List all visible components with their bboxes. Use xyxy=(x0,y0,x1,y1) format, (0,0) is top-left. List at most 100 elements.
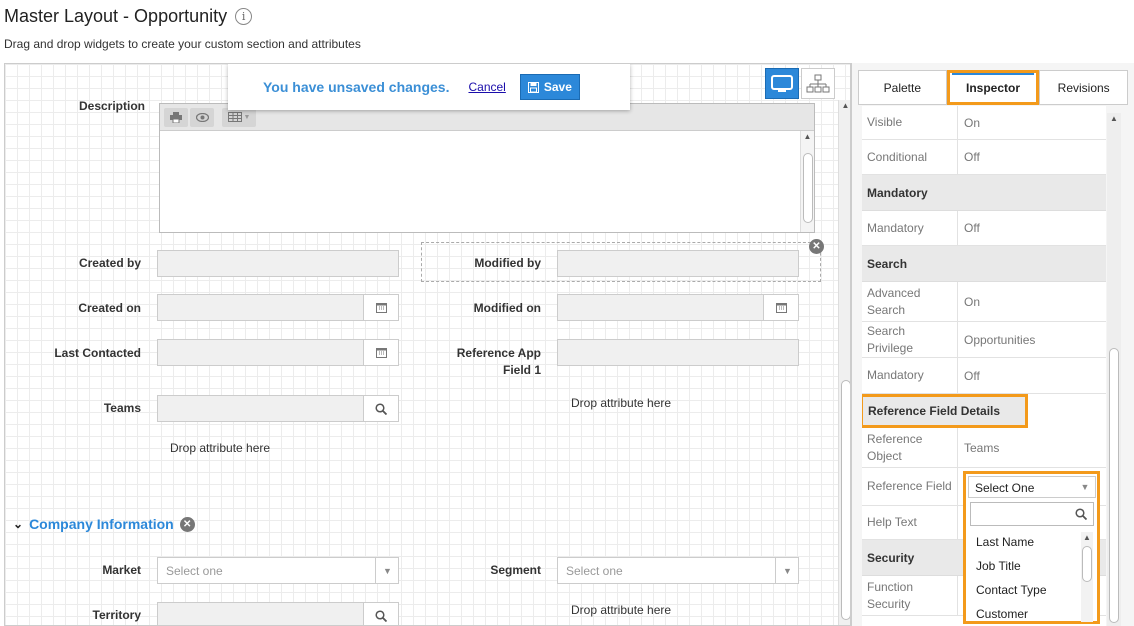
calendar-icon[interactable] xyxy=(363,339,399,366)
property-value[interactable]: Opportunities xyxy=(958,322,1106,357)
view-toggle xyxy=(765,68,835,99)
teams-label: Teams xyxy=(103,401,141,415)
property-label: Help Text xyxy=(862,506,958,539)
dropdown-option[interactable]: Last Name xyxy=(970,530,1094,554)
property-label: Function Security xyxy=(862,576,958,615)
created-on-field[interactable] xyxy=(157,294,399,321)
modified-by-label: Modified by xyxy=(474,256,541,270)
search-icon[interactable] xyxy=(363,602,399,625)
dropdown-arrow-icon: ▼ xyxy=(375,557,399,584)
segment-label: Segment xyxy=(490,563,541,577)
property-value[interactable]: On xyxy=(958,282,1106,321)
dropdown-scrollbar[interactable]: ▲ xyxy=(1081,532,1093,622)
segment-select[interactable]: Select one ▼ xyxy=(557,557,799,584)
table-icon[interactable]: ▼ xyxy=(222,107,256,127)
monitor-icon xyxy=(771,74,793,92)
modified-on-field[interactable] xyxy=(557,294,799,321)
page-title: Master Layout - Opportunity xyxy=(4,6,228,26)
tab-revisions[interactable]: Revisions xyxy=(1039,70,1129,105)
remove-field-icon[interactable]: ✕ xyxy=(809,239,824,254)
group-header-reference-field-details: Reference Field Details xyxy=(862,394,1028,428)
property-label: Mandatory xyxy=(862,211,958,245)
unsaved-message: You have unsaved changes. xyxy=(263,79,450,95)
print-icon[interactable] xyxy=(164,107,188,127)
property-row: Mandatory Off xyxy=(862,211,1106,246)
company-information-section[interactable]: ⌄ Company Information ✕ xyxy=(13,516,195,532)
page-subtitle: Drag and drop widgets to create your cus… xyxy=(4,37,361,51)
tab-palette[interactable]: Palette xyxy=(858,70,947,105)
cancel-link[interactable]: Cancel xyxy=(468,80,505,94)
search-icon xyxy=(1075,508,1087,520)
territory-label: Territory xyxy=(92,608,141,622)
hierarchy-icon xyxy=(806,74,830,92)
hierarchy-view-button[interactable] xyxy=(801,68,835,99)
section-title: Company Information xyxy=(29,516,174,532)
property-label: Reference Field xyxy=(862,468,958,505)
dropdown-option[interactable]: Contact Type xyxy=(970,578,1094,602)
dropdown-arrow-icon: ▼ xyxy=(775,557,799,584)
created-by-field[interactable] xyxy=(157,250,399,277)
description-label: Description xyxy=(78,99,145,113)
save-button[interactable]: Save xyxy=(519,74,580,100)
group-header-mandatory: Mandatory xyxy=(862,175,1106,211)
editor-scrollbar[interactable]: ▲ xyxy=(800,131,814,232)
drop-zone-text: Drop attribute here xyxy=(571,396,672,410)
reference-app-field-label: Reference App Field 1 xyxy=(456,346,541,377)
property-label: Reference Object xyxy=(862,428,958,467)
market-select-value: Select one xyxy=(166,564,223,578)
created-by-label: Created by xyxy=(78,256,141,270)
title-row: Master Layout - Opportunity i xyxy=(4,6,253,27)
property-value[interactable]: On xyxy=(958,106,1106,139)
calendar-icon[interactable] xyxy=(763,294,799,321)
property-row: Conditional Off xyxy=(862,140,1106,175)
panel-tabs: Palette Inspector Revisions xyxy=(858,70,1129,105)
property-label: Conditional xyxy=(862,140,958,174)
desktop-view-button[interactable] xyxy=(765,68,799,99)
drop-zone-text: Drop attribute here xyxy=(571,603,672,617)
reference-field-selected: Select One xyxy=(975,481,1035,495)
reference-app-field[interactable] xyxy=(557,339,799,366)
reference-field-select[interactable]: Select One ▼ xyxy=(968,476,1096,498)
property-row: Search Privilege Opportunities xyxy=(862,322,1106,358)
panel-scrollbar[interactable]: ▲ xyxy=(1107,113,1121,626)
property-label: Visible xyxy=(862,106,958,139)
preview-eye-icon[interactable] xyxy=(190,107,214,127)
property-label: Mandatory xyxy=(862,358,958,393)
unsaved-changes-bar: You have unsaved changes. Cancel Save xyxy=(228,64,630,110)
property-value[interactable]: Teams xyxy=(958,428,1106,467)
modified-on-label: Modified on xyxy=(473,301,541,315)
property-label: Advanced Search xyxy=(862,282,958,321)
group-header-search: Search xyxy=(862,246,1106,282)
reference-field-dropdown[interactable]: Select One ▼ Last Name Job Title Contact… xyxy=(963,471,1100,624)
territory-field[interactable] xyxy=(157,602,399,625)
dropdown-search-input[interactable] xyxy=(970,502,1094,526)
remove-section-icon[interactable]: ✕ xyxy=(179,516,195,532)
dropdown-option[interactable]: Customer xyxy=(970,602,1094,626)
chevron-down-icon[interactable]: ⌄ xyxy=(13,517,23,531)
property-value[interactable]: Off xyxy=(958,211,1106,245)
property-value[interactable]: Off xyxy=(958,140,1106,174)
teams-field[interactable] xyxy=(157,395,399,422)
dropdown-option[interactable]: Job Title xyxy=(970,554,1094,578)
save-label: Save xyxy=(543,80,572,94)
last-contacted-field[interactable] xyxy=(157,339,399,366)
created-on-label: Created on xyxy=(78,301,141,315)
property-row: Advanced Search On xyxy=(862,282,1106,322)
modified-by-field[interactable] xyxy=(557,250,799,277)
drop-zone-text: Drop attribute here xyxy=(170,441,271,455)
tab-inspector[interactable]: Inspector xyxy=(946,70,1040,105)
property-label: Search Privilege xyxy=(862,322,958,357)
market-select[interactable]: Select one ▼ xyxy=(157,557,399,584)
last-contacted-label: Last Contacted xyxy=(54,346,141,360)
calendar-icon[interactable] xyxy=(363,294,399,321)
dropdown-options: Last Name Job Title Contact Type Custome… xyxy=(970,530,1094,626)
dropdown-arrow-icon: ▼ xyxy=(1080,482,1090,492)
canvas-scrollbar[interactable]: ▲ xyxy=(838,100,850,625)
info-icon[interactable]: i xyxy=(235,8,253,25)
property-value[interactable]: Off xyxy=(958,358,1106,393)
layout-canvas: Description ▼ ▲ You have unsaved changes… xyxy=(4,63,851,626)
property-row: Visible On xyxy=(862,106,1106,140)
description-editor[interactable]: ▼ ▲ xyxy=(159,103,815,233)
search-icon[interactable] xyxy=(363,395,399,422)
property-row: Reference Object Teams xyxy=(862,428,1106,468)
